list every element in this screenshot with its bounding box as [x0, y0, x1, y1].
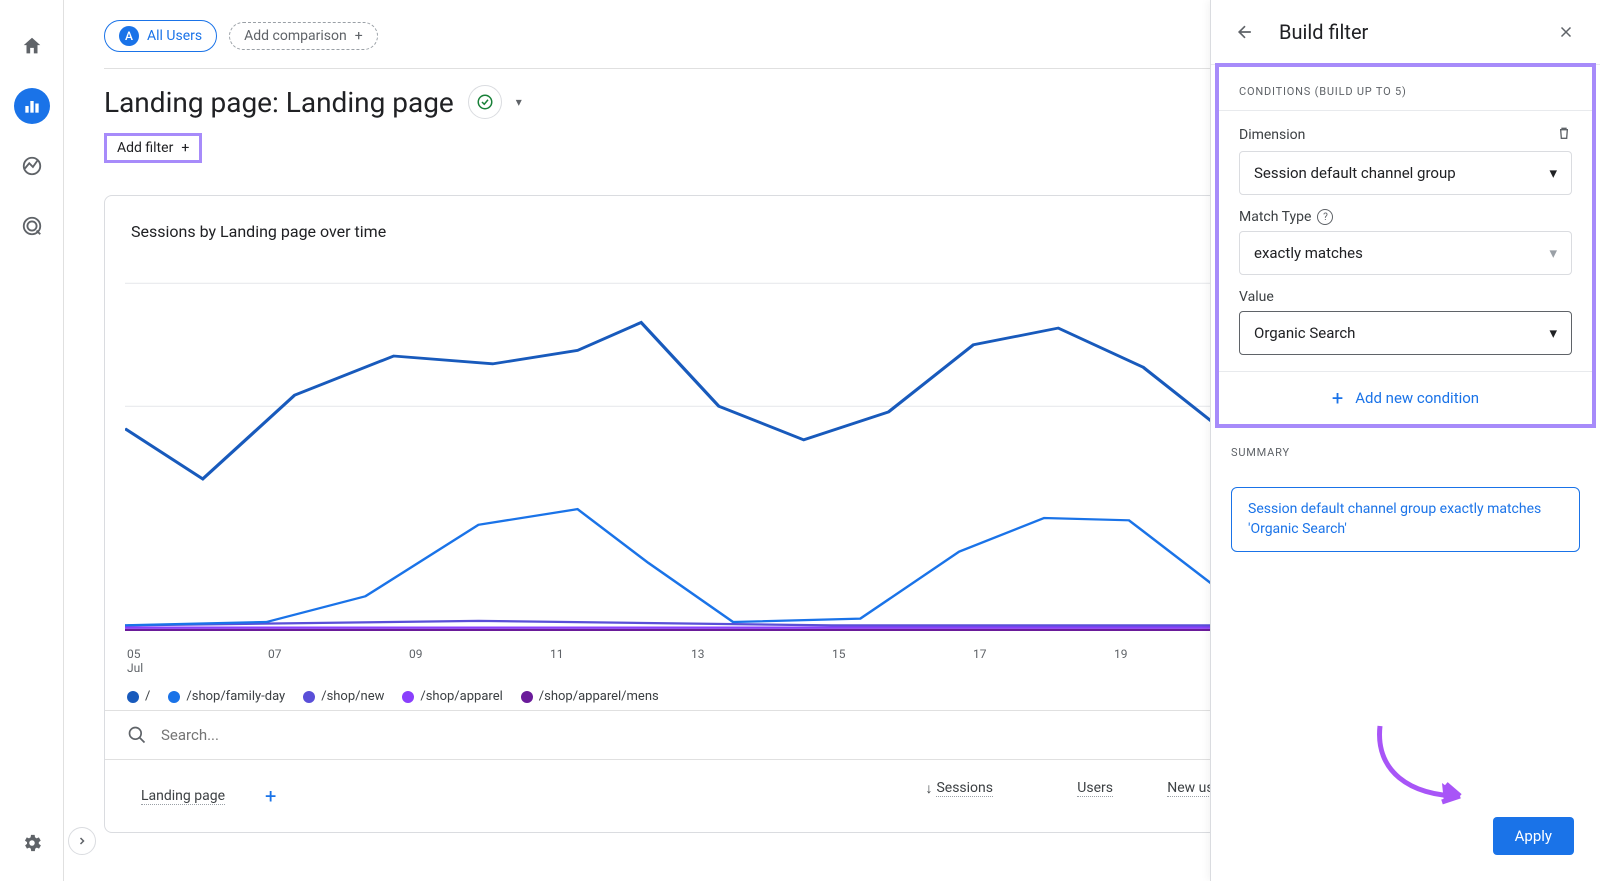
- sort-down-icon: ↓: [925, 780, 932, 797]
- settings-icon[interactable]: [14, 825, 50, 861]
- back-icon[interactable]: [1231, 18, 1259, 46]
- plus-icon: +: [1332, 386, 1343, 410]
- caret-down-icon: ▾: [1549, 324, 1557, 342]
- plus-icon: +: [181, 140, 189, 156]
- add-filter-label: Add filter: [117, 140, 173, 156]
- home-icon[interactable]: [14, 28, 50, 64]
- add-condition-label: Add new condition: [1355, 389, 1479, 407]
- x-tick: 15: [832, 647, 973, 661]
- add-comparison-pill[interactable]: Add comparison +: [229, 22, 378, 50]
- legend-item[interactable]: /shop/apparel/mens: [521, 689, 659, 704]
- nav-rail: [0, 0, 64, 881]
- th-landing-page[interactable]: Landing page +: [125, 770, 839, 822]
- summary-pill: Session default channel group exactly ma…: [1231, 487, 1580, 552]
- plus-icon: +: [355, 28, 363, 44]
- delete-icon[interactable]: [1556, 125, 1572, 145]
- caret-down-icon: ▾: [1549, 244, 1557, 262]
- all-users-pill[interactable]: A All Users: [104, 20, 217, 52]
- chevron-down-icon[interactable]: ▾: [516, 95, 522, 109]
- x-tick: 07: [268, 647, 409, 661]
- explore-icon[interactable]: [14, 208, 50, 244]
- conditions-wrap: CONDITIONS (BUILD UP TO 5) Dimension Ses…: [1215, 63, 1596, 428]
- legend-dot-icon: [402, 691, 414, 703]
- add-filter-button[interactable]: Add filter +: [104, 133, 202, 163]
- all-users-badge: A: [119, 26, 139, 46]
- th-sessions[interactable]: ↓Sessions: [839, 770, 1009, 822]
- legend-label: /shop/new: [321, 689, 384, 704]
- dimension-value: Session default channel group: [1254, 164, 1456, 182]
- legend-dot-icon: [168, 691, 180, 703]
- panel-header: Build filter: [1211, 0, 1600, 65]
- build-filter-panel: Build filter CONDITIONS (BUILD UP TO 5) …: [1210, 0, 1600, 881]
- legend-label: /: [145, 689, 150, 704]
- all-users-label: All Users: [147, 28, 202, 44]
- legend-label: /shop/apparel/mens: [539, 689, 659, 704]
- search-icon: [127, 725, 147, 745]
- legend-dot-icon: [521, 691, 533, 703]
- panel-title: Build filter: [1279, 20, 1532, 44]
- legend-dot-icon: [127, 691, 139, 703]
- add-comparison-label: Add comparison: [244, 28, 347, 44]
- condition-block: Dimension Session default channel group …: [1219, 110, 1592, 371]
- x-tick: 05: [127, 647, 268, 661]
- add-new-condition-button[interactable]: + Add new condition: [1219, 371, 1592, 424]
- annotation-arrow-icon: [1370, 721, 1480, 815]
- legend-label: /shop/family-day: [186, 689, 285, 704]
- match-type-select[interactable]: exactly matches ▾: [1239, 231, 1572, 275]
- close-icon[interactable]: [1552, 18, 1580, 46]
- value-label: Value: [1239, 289, 1572, 305]
- conditions-section-label: CONDITIONS (BUILD UP TO 5): [1219, 67, 1592, 110]
- caret-down-icon: ▾: [1549, 164, 1557, 182]
- legend-dot-icon: [303, 691, 315, 703]
- x-tick: 17: [973, 647, 1114, 661]
- legend-item[interactable]: /shop/family-day: [168, 689, 285, 704]
- dimension-select[interactable]: Session default channel group ▾: [1239, 151, 1572, 195]
- th-users[interactable]: Users: [1009, 770, 1129, 822]
- legend-item[interactable]: /: [127, 689, 150, 704]
- help-icon[interactable]: ?: [1317, 209, 1333, 225]
- advertising-icon[interactable]: [14, 148, 50, 184]
- legend-item[interactable]: /shop/new: [303, 689, 384, 704]
- x-tick: 11: [550, 647, 691, 661]
- x-tick: 13: [691, 647, 832, 661]
- dimension-label: Dimension: [1239, 127, 1556, 143]
- match-type-value: exactly matches: [1254, 244, 1363, 262]
- reports-icon[interactable]: [14, 88, 50, 124]
- summary-section-label: SUMMARY: [1211, 428, 1600, 471]
- value-select[interactable]: Organic Search ▾: [1239, 311, 1572, 355]
- match-type-label: Match Type ?: [1239, 209, 1572, 225]
- page-title: Landing page: Landing page: [104, 86, 454, 119]
- legend-item[interactable]: /shop/apparel: [402, 689, 502, 704]
- x-tick: 09: [409, 647, 550, 661]
- check-badge-icon[interactable]: [468, 85, 502, 119]
- add-dimension-icon[interactable]: +: [265, 784, 276, 808]
- apply-button[interactable]: Apply: [1493, 817, 1574, 855]
- legend-label: /shop/apparel: [420, 689, 502, 704]
- value-value: Organic Search: [1254, 324, 1355, 342]
